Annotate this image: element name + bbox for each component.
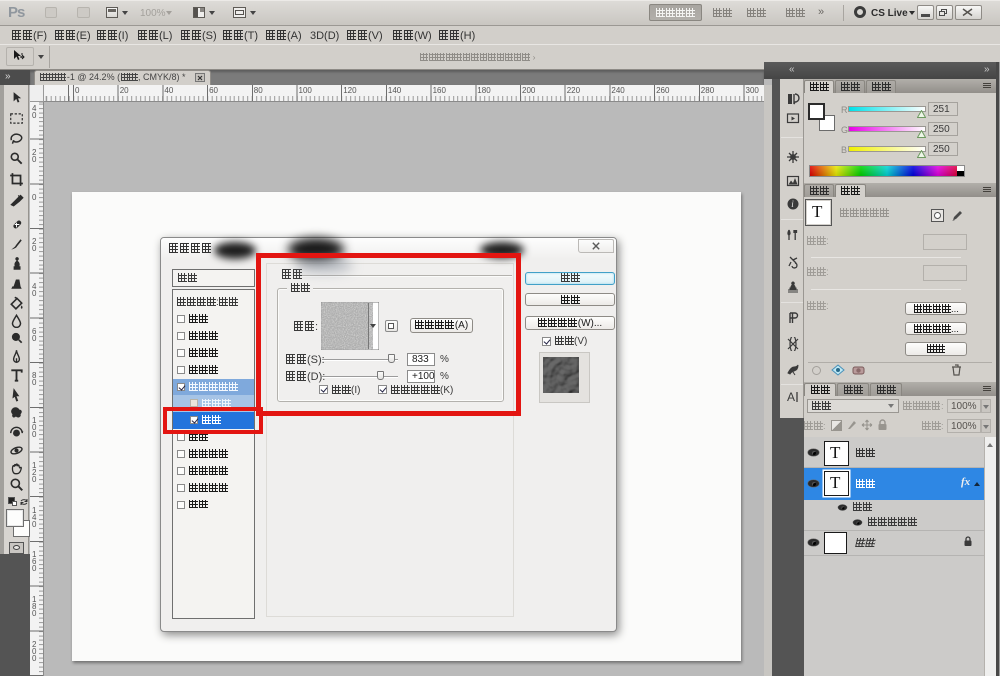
svg-text:A: A xyxy=(787,390,795,404)
